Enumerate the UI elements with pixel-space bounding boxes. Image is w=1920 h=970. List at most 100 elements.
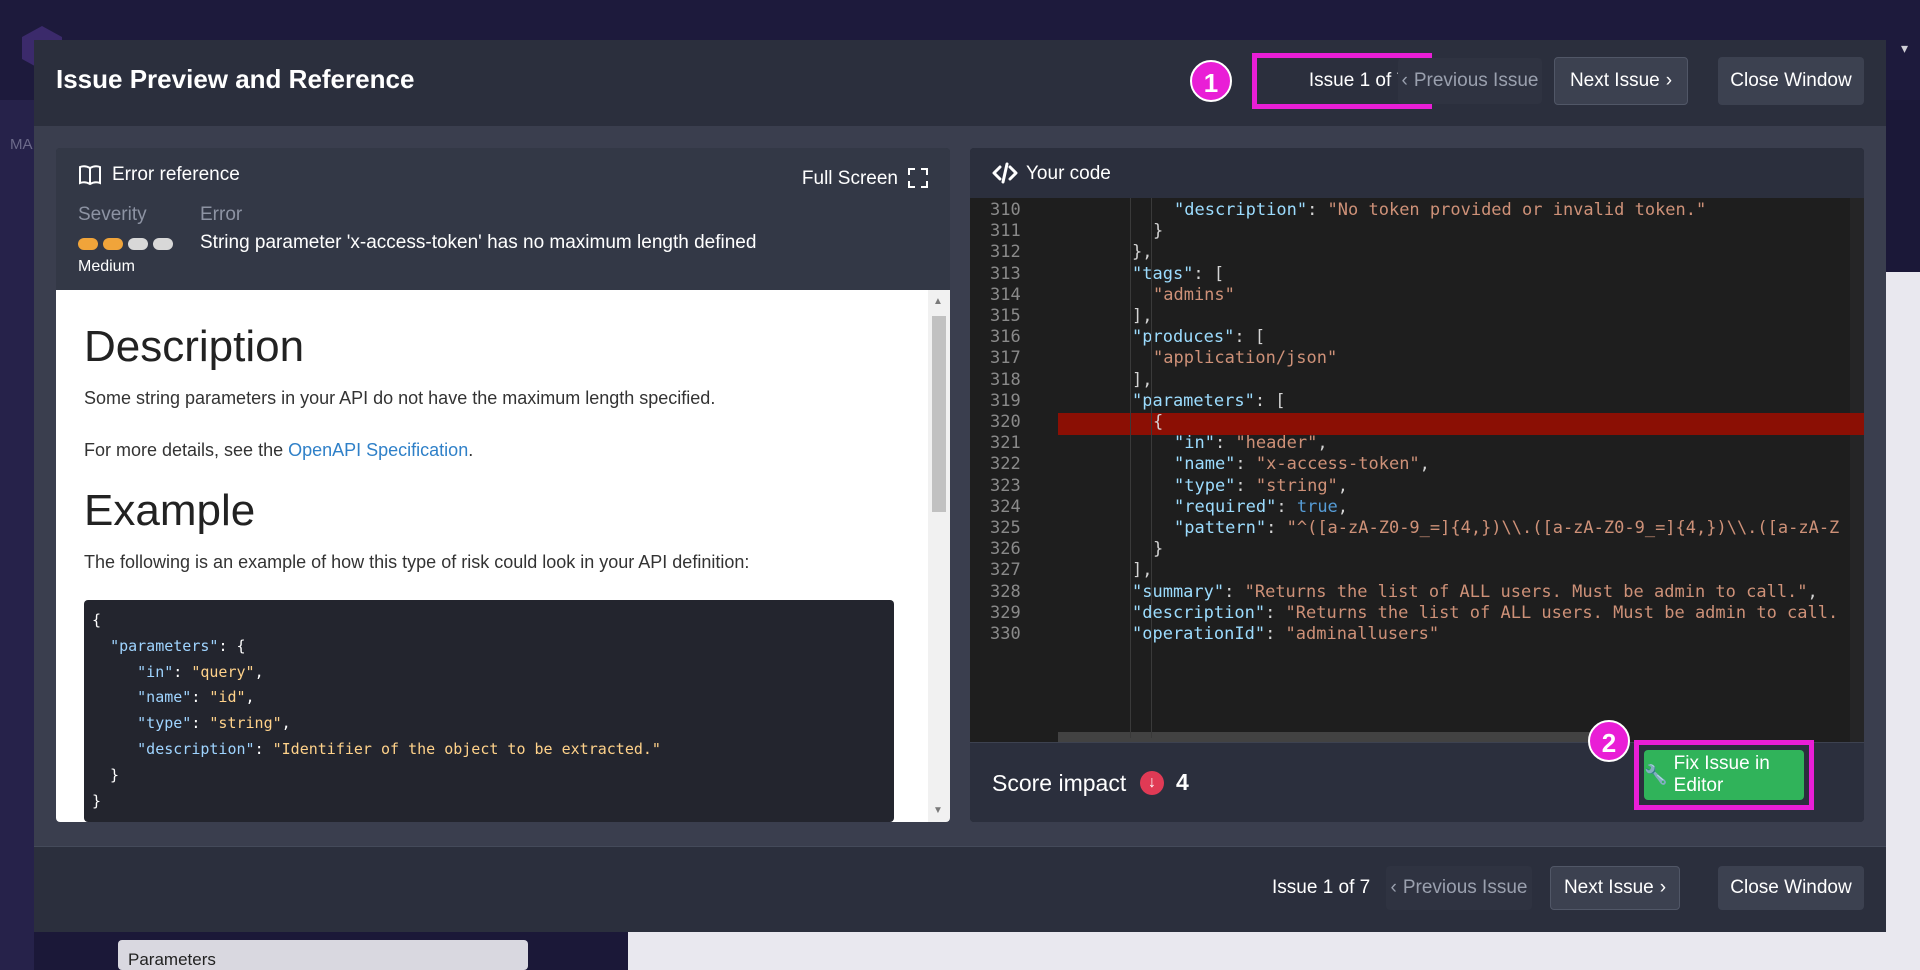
wrench-icon: 🔧 (1644, 765, 1668, 786)
footer-close-window-button[interactable]: Close Window (1718, 866, 1864, 910)
line-number: 323 (990, 475, 1021, 496)
code-line: ], (1132, 369, 1153, 390)
score-impact-value: 4 (1176, 769, 1189, 795)
indent-guide (1151, 198, 1152, 738)
chevron-down-icon: ▾ (1900, 40, 1908, 56)
issue-preview-modal: Issue Preview and Reference 1 Issue 1 of… (34, 40, 1886, 932)
line-number: 324 (990, 496, 1021, 517)
openapi-specification-link[interactable]: OpenAPI Specification (288, 440, 468, 460)
code-line: "name": "x-access-token", (1174, 454, 1430, 475)
indent-guide (1130, 198, 1131, 738)
previous-issue-label: Previous Issue (1413, 70, 1539, 91)
details-prefix: For more details, see the (84, 440, 289, 460)
line-number: 318 (990, 369, 1021, 390)
line-number: 317 (990, 348, 1021, 369)
code-line: "description": "Returns the list of ALL … (1132, 602, 1839, 623)
code-line: }, (1132, 242, 1153, 263)
fix-issue-label: Fix Issue in Editor (1673, 753, 1770, 796)
chevron-left-icon: ‹ (1390, 877, 1397, 898)
footer-previous-issue-label: Previous Issue (1402, 877, 1528, 898)
code-line: "description": "No token provided or inv… (1174, 200, 1707, 220)
severity-dot (78, 238, 98, 250)
previous-issue-button[interactable]: ‹ Previous Issue (1398, 58, 1542, 104)
code-line: "in": "header", (1174, 433, 1328, 454)
error-label: Error (200, 204, 243, 225)
footer-next-issue-button[interactable]: Next Issue › (1550, 866, 1680, 910)
code-line: } (1153, 539, 1164, 560)
line-number: 327 (990, 560, 1021, 581)
code-line: "application/json" (1153, 348, 1338, 369)
line-number: 315 (990, 306, 1021, 326)
error-reference-panel: Error reference Full Screen Severity Err… (56, 148, 950, 822)
example-code-block: { "parameters": { "in": "query", "name":… (84, 600, 894, 822)
line-number: 313 (990, 263, 1021, 284)
severity-dot (153, 238, 173, 250)
line-number: 319 (990, 390, 1021, 411)
details-text: For more details, see the OpenAPI Specif… (84, 440, 473, 461)
code-line: "admins" (1153, 284, 1235, 305)
score-impact-label: Score impact (992, 770, 1127, 796)
line-number: 322 (990, 454, 1021, 475)
line-number: 312 (990, 242, 1021, 263)
annotation-marker-2: 2 (1588, 720, 1630, 762)
chevron-left-icon: ‹ (1401, 70, 1408, 91)
error-highlight-line (1058, 413, 1864, 435)
example-text: The following is an example of how this … (84, 552, 750, 572)
line-number: 320 (990, 412, 1021, 432)
code-line: ], (1132, 306, 1153, 326)
footer-next-issue-label: Next Issue (1563, 877, 1654, 898)
details-suffix: . (468, 440, 474, 460)
your-code-title: Your code (1026, 163, 1111, 184)
chevron-right-icon: › (1659, 877, 1667, 898)
code-editor[interactable]: 310 "description": "No token provided or … (970, 198, 1864, 742)
scroll-down-icon[interactable]: ▼ (933, 805, 943, 816)
fix-issue-in-editor-button[interactable]: 🔧 Fix Issue in Editor (1644, 750, 1804, 800)
parameters-label: Parameters (128, 950, 216, 969)
error-reference-title: Error reference (112, 164, 240, 185)
code-line: "summary": "Returns the list of ALL user… (1132, 581, 1818, 602)
your-code-header: Your code (970, 148, 1864, 198)
line-number: 325 (990, 518, 1021, 538)
app-sidebar (0, 100, 34, 970)
close-window-button[interactable]: Close Window (1718, 57, 1864, 105)
modal-footer: Issue 1 of 7 ‹ Previous Issue Next Issue… (34, 846, 1886, 932)
line-number: 314 (990, 284, 1021, 305)
editor-vertical-scrollbar[interactable] (1850, 198, 1864, 742)
severity-dot (103, 238, 123, 250)
code-line: "operationId": "adminallusers" (1132, 624, 1440, 644)
severity-indicator (78, 238, 173, 250)
description-heading: Description (84, 322, 305, 371)
arrow-down-circle-icon: ↓ (1140, 771, 1164, 795)
annotation-marker-1: 1 (1190, 60, 1232, 102)
code-line: "type": "string", (1174, 475, 1349, 496)
modal-header: Issue Preview and Reference 1 Issue 1 of… (34, 40, 1886, 126)
error-message: String parameter 'x-access-token' has no… (200, 232, 757, 253)
expand-icon[interactable] (908, 168, 928, 188)
line-number: 326 (990, 539, 1021, 560)
severity-value: Medium (78, 258, 135, 275)
full-screen-button[interactable]: Full Screen (802, 168, 898, 190)
line-number: 311 (990, 221, 1021, 242)
code-line: "tags": [ (1132, 263, 1225, 284)
scrollbar-thumb[interactable] (932, 316, 946, 512)
editor-horizontal-scrollbar[interactable] (1058, 732, 1628, 742)
error-reference-header: Error reference Full Screen Severity Err… (56, 148, 950, 290)
footer-previous-issue-button[interactable]: ‹ Previous Issue (1386, 866, 1532, 910)
your-code-panel: Your code 310 "description": "No token pr… (970, 148, 1864, 822)
code-line: "required": true, (1174, 496, 1349, 517)
code-line: "produces": [ (1132, 327, 1266, 348)
scroll-up-icon[interactable]: ▲ (933, 296, 943, 307)
description-text: Some string parameters in your API do no… (84, 388, 716, 408)
code-line: "pattern": "^([a-zA-Z0-9_=]{4,})\\.([a-z… (1174, 518, 1840, 538)
next-issue-button[interactable]: Next Issue › (1554, 57, 1688, 105)
reference-scrollbar[interactable]: ▲ ▼ (928, 290, 950, 822)
severity-label: Severity (78, 204, 147, 225)
line-number: 329 (990, 602, 1021, 623)
next-issue-label: Next Issue (1569, 70, 1660, 91)
code-line: { (1153, 412, 1164, 432)
line-number: 328 (990, 581, 1021, 602)
line-number: 321 (990, 433, 1021, 454)
line-number: 316 (990, 327, 1021, 348)
modal-title: Issue Preview and Reference (56, 64, 415, 94)
sidebar-label: MA (10, 136, 33, 153)
